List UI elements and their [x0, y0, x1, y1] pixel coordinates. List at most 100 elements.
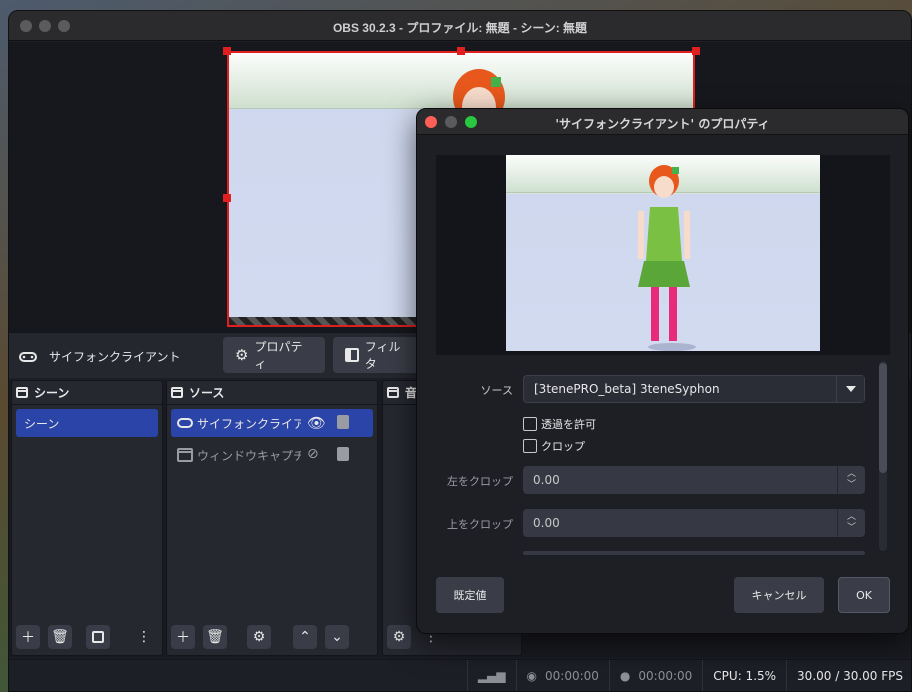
gamepad-icon — [19, 351, 37, 362]
lock-icon[interactable] — [337, 415, 349, 429]
resize-handle-left[interactable] — [223, 194, 231, 202]
current-source-name: サイフォンクライアント — [49, 350, 181, 364]
chevron-up-icon[interactable]: ︿ — [847, 513, 856, 522]
source-item[interactable]: サイフォンクライア: 👁 — [171, 409, 373, 437]
source-item-label: サイフォンクライア: — [197, 416, 301, 431]
crop-left-row: 左をクロップ 0.00 ︿ ﹀ — [417, 466, 887, 494]
properties-button-label: プロパティ — [254, 340, 303, 371]
sources-dock-footer: ＋ 🗑 ⚙ ⌃ ⌄ — [171, 625, 373, 649]
cancel-button-label: キャンセル — [751, 589, 807, 602]
record-status: ● 00:00:00 — [608, 659, 702, 691]
eye-icon[interactable]: 👁 — [307, 414, 326, 432]
add-source-button[interactable]: ＋ — [171, 625, 195, 649]
spin-arrows[interactable]: ︿ ﹀ — [837, 466, 865, 494]
record-time: 00:00:00 — [638, 668, 693, 683]
spin-arrows[interactable]: ︿ ﹀ — [837, 509, 865, 537]
scenes-dock-header: シーン — [12, 381, 162, 405]
broadcast-icon: ◉ — [526, 668, 537, 683]
sources-dock: ソース サイフォンクライア: 👁 ウィンドウキャプチ・ ⊘ — [166, 380, 378, 656]
plus-icon: ＋ — [21, 630, 35, 646]
lock-icon[interactable] — [337, 447, 349, 461]
scene-item[interactable]: シーン — [16, 409, 158, 437]
allow-transparency-label: 透過を許可 — [541, 418, 596, 431]
audio-settings-button[interactable]: ⚙ — [387, 625, 411, 649]
cpu-status: CPU: 1.5% — [702, 659, 786, 691]
chevron-down-icon[interactable]: ﹀ — [847, 481, 856, 490]
scene-menu-button[interactable]: ⋮ — [132, 625, 156, 649]
crop-row[interactable]: クロップ — [523, 438, 585, 454]
crop-left-label: 左をクロップ — [447, 475, 513, 488]
stream-status: ◉ 00:00:00 — [515, 659, 609, 691]
window-title: OBS 30.2.3 - プロファイル: 無題 - シーン: 無題 — [332, 21, 588, 35]
crop-left-spinbox[interactable]: 0.00 ︿ ﹀ — [523, 466, 865, 494]
window-icon — [177, 448, 193, 462]
stream-time: 00:00:00 — [545, 668, 599, 683]
source-select[interactable]: [3tenePRO_beta] 3teneSyphon — [523, 375, 865, 403]
remove-scene-button[interactable]: 🗑 — [48, 625, 72, 649]
filter-icon — [345, 348, 359, 362]
fps-value: 30.00 / 30.00 FPS — [797, 668, 903, 683]
ok-button[interactable]: OK — [838, 577, 890, 613]
allow-transparency-checkbox[interactable] — [523, 417, 537, 431]
scrollbar-thumb[interactable] — [879, 363, 887, 473]
chevron-down-icon: ⌄ — [331, 629, 343, 645]
dropdown-arrow[interactable] — [836, 376, 864, 402]
properties-button[interactable]: ⚙ プロパティ — [223, 337, 325, 373]
fps-status: 30.00 / 30.00 FPS — [786, 659, 911, 691]
resize-handle-top[interactable] — [457, 47, 465, 55]
trash-icon: 🗑 — [206, 629, 224, 645]
scenes-dock-title: シーン — [34, 386, 70, 400]
add-scene-button[interactable]: ＋ — [16, 625, 40, 649]
source-properties-button[interactable]: ⚙ — [247, 625, 271, 649]
trash-icon: 🗑 — [51, 629, 69, 645]
dialog-titlebar: 'サイフォンクライアント' のプロパティ — [417, 109, 908, 135]
source-select-value: [3tenePRO_beta] 3teneSyphon — [534, 382, 720, 396]
next-field-partial — [523, 551, 865, 555]
source-item-label: ウィンドウキャプチ・ — [197, 448, 301, 463]
chevron-up-icon[interactable]: ︿ — [847, 470, 856, 479]
gear-icon: ⚙ — [252, 629, 266, 645]
dock-icon — [171, 387, 183, 398]
resize-handle-top-left[interactable] — [223, 47, 231, 55]
dialog-scrollbar[interactable] — [879, 361, 887, 551]
defaults-button[interactable]: 既定値 — [436, 577, 504, 613]
cpu-usage: CPU: 1.5% — [713, 668, 777, 683]
main-titlebar: OBS 30.2.3 - プロファイル: 無題 - シーン: 無題 — [9, 11, 911, 41]
gamepad-icon — [177, 418, 193, 428]
crop-top-row: 上をクロップ 0.00 ︿ ﹀ — [417, 509, 887, 537]
crop-top-spinbox[interactable]: 0.00 ︿ ﹀ — [523, 509, 865, 537]
move-source-down-button[interactable]: ⌄ — [325, 625, 349, 649]
crop-label: クロップ — [541, 440, 585, 453]
crop-checkbox[interactable] — [523, 439, 537, 453]
eye-hidden-icon[interactable]: ⊘ — [307, 446, 319, 462]
chevron-up-icon: ⌃ — [299, 629, 311, 645]
cancel-button[interactable]: キャンセル — [734, 577, 824, 613]
move-source-up-button[interactable]: ⌃ — [293, 625, 317, 649]
filters-button-label: フィルタ — [364, 340, 401, 371]
crop-top-label: 上をクロップ — [447, 518, 513, 531]
filters-button[interactable]: フィルタ — [333, 337, 423, 373]
gear-icon: ⚙ — [235, 346, 249, 364]
allow-transparency-row[interactable]: 透過を許可 — [523, 416, 596, 432]
dock-icon — [387, 387, 399, 398]
source-label: ソース — [480, 384, 513, 397]
source-row: ソース [3tenePRO_beta] 3teneSyphon — [417, 375, 887, 403]
avatar-figure-image — [638, 165, 696, 351]
dialog-title: 'サイフォンクライアント' のプロパティ — [555, 117, 770, 131]
chevron-down-icon — [845, 386, 856, 392]
more-vertical-icon: ⋮ — [137, 629, 151, 645]
signal-bars-icon: ▂▄▆ — [477, 668, 506, 683]
record-icon: ● — [619, 668, 631, 683]
defaults-button-label: 既定値 — [453, 589, 487, 602]
scene-item-label: シーン — [24, 416, 60, 431]
ok-button-label: OK — [856, 588, 872, 602]
scenes-dock-footer: ＋ 🗑 ⋮ — [16, 625, 158, 649]
resize-handle-top-right[interactable] — [692, 47, 700, 55]
crop-left-value: 0.00 — [533, 473, 560, 487]
scene-filters-button[interactable] — [86, 625, 110, 649]
remove-source-button[interactable]: 🗑 — [203, 625, 227, 649]
source-item[interactable]: ウィンドウキャプチ・ ⊘ — [171, 441, 373, 469]
statusbar: ▂▄▆ ◉ 00:00:00 ● 00:00:00 CPU: 1.5% 30.0… — [9, 659, 911, 691]
chevron-down-icon[interactable]: ﹀ — [847, 524, 856, 533]
dialog-preview-canvas — [506, 155, 820, 351]
